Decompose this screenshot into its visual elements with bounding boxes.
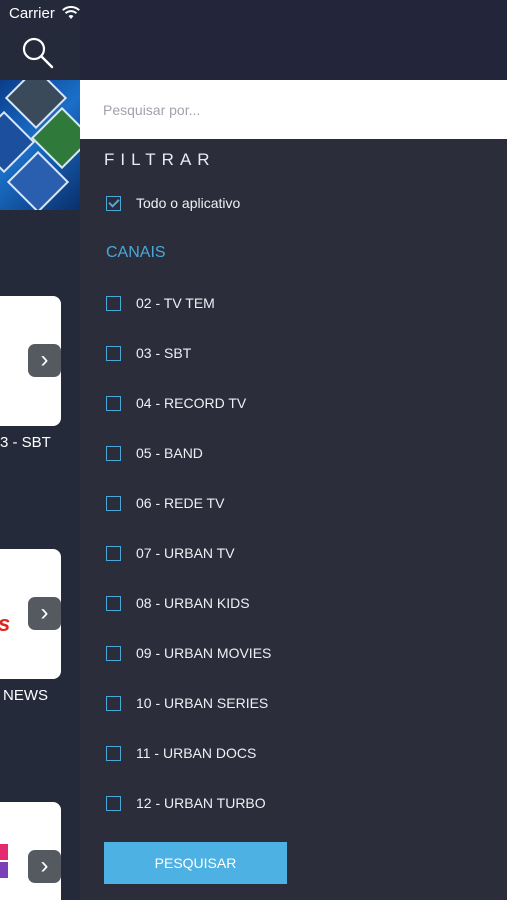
background-app: › 3 - SBT s › NEWS › (0, 0, 80, 900)
checkbox[interactable] (106, 795, 121, 811)
channel-option-label: 04 - RECORD TV (136, 395, 247, 411)
channel-option-label: 05 - BAND (136, 445, 203, 461)
checkbox[interactable] (106, 295, 121, 311)
channel-option-label: 10 - URBAN SERIES (136, 695, 269, 711)
checkbox[interactable] (106, 595, 121, 611)
channel-option[interactable]: 09 - URBAN MOVIES (106, 643, 271, 663)
search-button[interactable]: PESQUISAR (104, 842, 287, 884)
channel-option[interactable]: 05 - BAND (106, 443, 203, 463)
channel-option[interactable]: 02 - TV TEM (106, 293, 215, 313)
channel-option[interactable]: 07 - URBAN TV (106, 543, 235, 563)
channel-card-label: NEWS (3, 687, 48, 704)
checkbox[interactable] (106, 695, 121, 711)
channel-card-label: 3 - SBT (0, 434, 51, 451)
channel-option-label: 08 - URBAN KIDS (136, 595, 250, 611)
checkbox[interactable] (106, 745, 121, 761)
channel-option-label: 03 - SBT (136, 345, 192, 361)
whole-app-option[interactable]: Todo o aplicativo (106, 193, 240, 213)
channel-option[interactable]: 10 - URBAN SERIES (106, 693, 268, 713)
channel-option[interactable]: 12 - URBAN TURBO (106, 793, 266, 813)
search-icon[interactable] (20, 35, 54, 69)
checkbox[interactable] (106, 645, 121, 661)
checkbox[interactable] (106, 445, 121, 461)
search-input[interactable] (80, 80, 507, 139)
channel-option[interactable]: 03 - SBT (106, 343, 191, 363)
filter-title: FILTRAR (104, 150, 216, 169)
chevron-right-icon[interactable]: › (28, 850, 61, 883)
checkbox[interactable] (106, 395, 121, 411)
panel-header-shade (80, 0, 507, 80)
checkbox[interactable] (106, 345, 121, 361)
channel-option[interactable]: 06 - REDE TV (106, 493, 224, 513)
checkbox-checked[interactable] (106, 195, 121, 211)
promo-banner[interactable] (0, 80, 80, 210)
channel-option-label: 09 - URBAN MOVIES (136, 645, 272, 661)
channel-option[interactable]: 08 - URBAN KIDS (106, 593, 250, 613)
chevron-right-icon[interactable]: › (28, 344, 61, 377)
channel-option-label: 06 - REDE TV (136, 495, 225, 511)
option-label: Todo o aplicativo (136, 195, 241, 211)
checkbox[interactable] (106, 545, 121, 561)
channel-option-label: 02 - TV TEM (136, 295, 215, 311)
channel-option-label: 12 - URBAN TURBO (136, 795, 266, 811)
channel-option[interactable]: 11 - URBAN DOCS (106, 743, 256, 763)
channel-logo (0, 862, 8, 878)
checkbox[interactable] (106, 495, 121, 511)
channel-logo (0, 844, 8, 860)
channel-option[interactable]: 04 - RECORD TV (106, 393, 246, 413)
channel-option-label: 07 - URBAN TV (136, 545, 235, 561)
channel-logo: s (0, 611, 10, 637)
channels-section-title: CANAIS (106, 244, 166, 261)
chevron-right-icon[interactable]: › (28, 597, 61, 630)
channel-option-label: 11 - URBAN DOCS (136, 745, 257, 761)
